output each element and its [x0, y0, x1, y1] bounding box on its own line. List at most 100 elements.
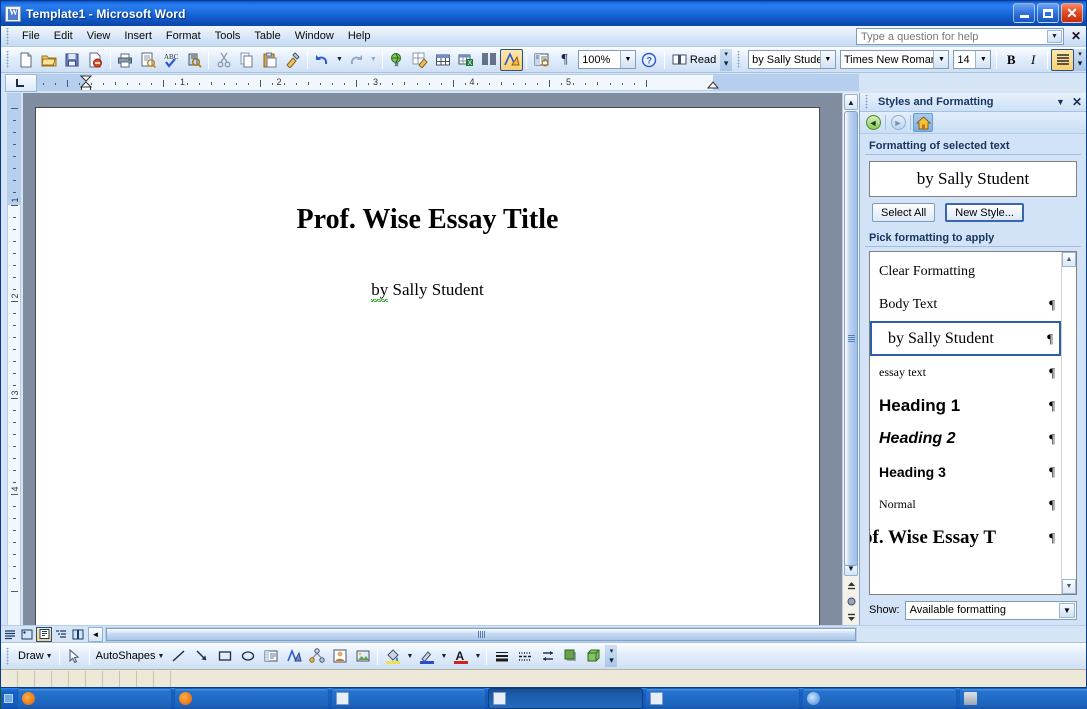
draw-menu-button[interactable]: Draw ▼: [15, 650, 56, 662]
horizontal-ruler[interactable]: 1 2 3 4 5: [37, 74, 859, 91]
italic-button[interactable]: I: [1022, 49, 1044, 70]
taskbar-button[interactable]: [802, 688, 957, 709]
chevron-down-icon[interactable]: ▼: [46, 653, 53, 660]
redo-dropdown-icon[interactable]: ▼: [368, 49, 379, 71]
style-item[interactable]: essay text ¶: [870, 356, 1061, 389]
style-item[interactable]: Clear Formatting: [870, 255, 1061, 288]
undo-dropdown-icon[interactable]: ▼: [334, 49, 345, 71]
vertical-scroll-track[interactable]: [843, 111, 859, 566]
vertical-ruler[interactable]: 1 2 3 4: [7, 93, 21, 625]
zoom-combo[interactable]: 100% ▼: [578, 50, 636, 69]
undo-icon[interactable]: [311, 49, 334, 71]
chevron-down-icon[interactable]: ▼: [975, 51, 991, 68]
dash-style-icon[interactable]: [513, 645, 536, 667]
diagram-icon[interactable]: [305, 645, 328, 667]
select-objects-icon[interactable]: [63, 645, 86, 667]
tables-borders-icon[interactable]: [409, 49, 432, 71]
style-list-scrollbar[interactable]: ▲ ▼: [1061, 252, 1076, 594]
outline-view-icon[interactable]: [53, 627, 69, 642]
drawing-toolbar-gripper[interactable]: [4, 647, 13, 665]
cut-icon[interactable]: [212, 49, 235, 71]
home-icon[interactable]: [913, 113, 933, 132]
quick-launch-bar[interactable]: [1, 688, 13, 709]
style-item[interactable]: of. Wise Essay T ¶: [870, 521, 1061, 554]
menu-window[interactable]: Window: [288, 28, 341, 44]
line-icon[interactable]: [167, 645, 190, 667]
formatting-toolbar-gripper[interactable]: [735, 51, 745, 68]
scroll-up-arrow[interactable]: ▲: [844, 94, 858, 110]
maximize-button[interactable]: [1037, 3, 1059, 23]
menu-tools[interactable]: Tools: [208, 28, 248, 44]
horizontal-scrollbar[interactable]: [105, 626, 857, 642]
chevron-down-icon[interactable]: ▼: [1047, 30, 1062, 43]
vertical-scroll-thumb[interactable]: [844, 111, 858, 566]
bold-button[interactable]: B: [1000, 49, 1022, 70]
drawing-toolbar-overflow[interactable]: ▾ ▾: [605, 645, 618, 667]
right-indent-marker[interactable]: [707, 81, 720, 90]
taskbar-button[interactable]: [488, 688, 643, 709]
left-tab-stop[interactable]: [5, 74, 37, 92]
font-combo[interactable]: Times New Roman ▼: [839, 50, 950, 69]
text-box-icon[interactable]: [259, 645, 282, 667]
research-icon[interactable]: [182, 49, 205, 71]
arrow-style-icon[interactable]: [536, 645, 559, 667]
chevron-down-icon[interactable]: ▼: [158, 653, 165, 660]
selected-text-preview[interactable]: by Sally Student: [869, 161, 1077, 197]
autoshapes-menu-button[interactable]: AutoShapes ▼: [93, 650, 168, 662]
task-pane-gripper[interactable]: [863, 95, 872, 109]
back-arrow-icon[interactable]: ◄: [863, 113, 883, 132]
menu-table[interactable]: Table: [247, 28, 287, 44]
style-item[interactable]: Heading 3 ¶: [870, 455, 1061, 488]
style-item[interactable]: Body Text ¶: [870, 288, 1061, 321]
line-style-icon[interactable]: [490, 645, 513, 667]
document-page[interactable]: Prof. Wise Essay Title by Sally Student: [35, 107, 820, 625]
help-question-input[interactable]: Type a question for help ▼: [856, 28, 1064, 45]
chevron-down-icon[interactable]: ▼: [1056, 97, 1065, 107]
copy-icon[interactable]: [235, 49, 258, 71]
menu-gripper[interactable]: [4, 27, 13, 45]
horizontal-scroll-thumb[interactable]: [106, 627, 856, 641]
standard-toolbar-overflow[interactable]: ▾ ▾: [720, 48, 733, 71]
columns-icon[interactable]: [478, 49, 501, 71]
taskbar-button[interactable]: [331, 688, 486, 709]
fill-color-icon[interactable]: [381, 645, 404, 667]
print-layout-view-icon[interactable]: [36, 626, 52, 642]
permission-icon[interactable]: [84, 49, 107, 71]
help-question-icon[interactable]: ?: [638, 49, 661, 71]
justify-icon[interactable]: [1051, 48, 1075, 71]
arrow-icon[interactable]: [190, 645, 213, 667]
menu-view[interactable]: View: [80, 28, 118, 44]
chevron-down-icon[interactable]: ▼: [933, 51, 949, 68]
new-document-icon[interactable]: [15, 49, 38, 71]
chevron-down-icon[interactable]: ▼: [404, 645, 415, 667]
quick-launch-icon[interactable]: [4, 694, 13, 703]
taskbar-button[interactable]: [17, 688, 172, 709]
standard-toolbar-gripper[interactable]: [4, 51, 13, 68]
paste-icon[interactable]: [258, 49, 281, 71]
style-list[interactable]: Clear Formatting Body Text ¶ by Sally Stude…: [869, 251, 1077, 595]
normal-view-icon[interactable]: [2, 627, 18, 642]
formatting-toolbar-overflow[interactable]: ▾ ▾: [1074, 48, 1087, 71]
taskbar-button[interactable]: [959, 688, 1087, 709]
shadow-style-icon[interactable]: [559, 645, 582, 667]
print-preview-icon[interactable]: [137, 49, 160, 71]
status-spell-icon[interactable]: [154, 670, 171, 687]
scroll-left-arrow[interactable]: ◄: [88, 626, 103, 642]
hyperlink-icon[interactable]: [386, 49, 409, 71]
save-icon[interactable]: [61, 49, 84, 71]
format-painter-icon[interactable]: [281, 49, 304, 71]
chevron-down-icon[interactable]: ▼: [472, 645, 483, 667]
redo-icon[interactable]: [345, 49, 368, 71]
menu-insert[interactable]: Insert: [117, 28, 159, 44]
picture-icon[interactable]: [351, 645, 374, 667]
document-area[interactable]: Prof. Wise Essay Title by Sally Student: [23, 93, 842, 625]
vertical-scrollbar[interactable]: ▲ ▼: [842, 93, 859, 625]
menu-edit[interactable]: Edit: [47, 28, 80, 44]
forward-arrow-icon[interactable]: ►: [888, 113, 908, 132]
document-author-line[interactable]: by Sally Student: [36, 280, 819, 300]
close-icon[interactable]: ✕: [1072, 95, 1082, 109]
next-page-icon[interactable]: [843, 609, 859, 625]
taskbar-button[interactable]: [645, 688, 800, 709]
style-item[interactable]: Normal ¶: [870, 488, 1061, 521]
previous-page-icon[interactable]: [843, 577, 859, 593]
